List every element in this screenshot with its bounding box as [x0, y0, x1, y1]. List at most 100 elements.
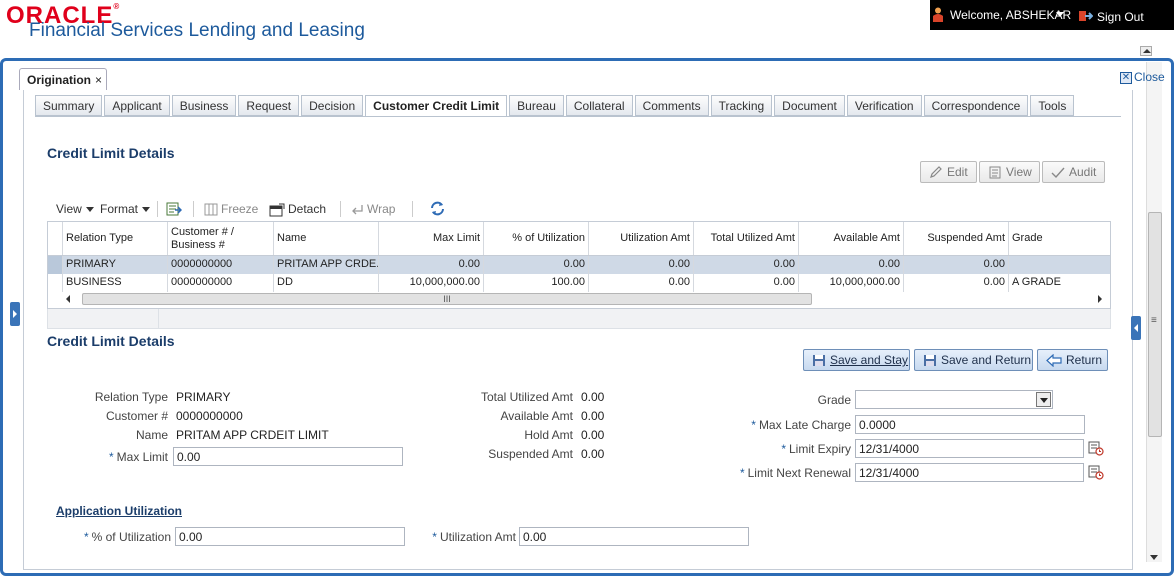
save-and-return-button[interactable]: Save and Return	[914, 349, 1033, 371]
table-cell: PRIMARY	[63, 256, 168, 274]
tab-applicant[interactable]: Applicant	[104, 95, 169, 116]
return-button[interactable]: Return	[1037, 349, 1108, 371]
tab-correspondence[interactable]: Correspondence	[924, 95, 1029, 116]
name-label: Name	[60, 428, 168, 442]
table-row[interactable]: PRIMARY 0000000000 PRITAM APP CRDE... 0.…	[48, 256, 1111, 274]
table-cell: 0.00	[694, 256, 799, 274]
tab-origination[interactable]: Origination×	[19, 68, 107, 90]
tab-summary[interactable]: Summary	[35, 95, 102, 116]
chevron-down-icon[interactable]	[1036, 392, 1051, 407]
format-menu[interactable]: Format	[100, 202, 150, 216]
right-panel-toggle[interactable]	[1131, 316, 1141, 340]
wrap-button[interactable]: Wrap	[350, 202, 395, 216]
vertical-scrollbar[interactable]	[1146, 62, 1162, 562]
toolbar-divider	[412, 201, 413, 217]
tab-document[interactable]: Document	[774, 95, 845, 116]
tab-divider	[35, 116, 1121, 117]
column-header[interactable]: Total Utilized Amt	[694, 222, 799, 255]
max-late-charge-input[interactable]: 0.0000	[855, 415, 1085, 434]
available-amt-value: 0.00	[581, 409, 604, 423]
column-header[interactable]: Customer # / Business #	[168, 222, 274, 255]
refresh-icon[interactable]	[429, 200, 446, 217]
hold-amt-value: 0.00	[581, 428, 604, 442]
utilization-amt-input[interactable]: 0.00	[519, 527, 749, 546]
column-header[interactable]: Max Limit	[379, 222, 484, 255]
table-row[interactable]: BUSINESS 0000000000 DD 10,000,000.00 100…	[48, 274, 1111, 292]
scroll-down-icon[interactable]	[1150, 555, 1158, 560]
chevron-down-icon[interactable]	[1056, 12, 1064, 17]
tab-customer-credit-limit[interactable]: Customer Credit Limit	[365, 95, 507, 117]
tab-decision[interactable]: Decision	[301, 95, 363, 116]
column-header[interactable]: Relation Type	[63, 222, 168, 255]
close-button[interactable]: ✕Close	[1120, 70, 1165, 84]
scroll-left-icon[interactable]	[66, 295, 70, 303]
tab-tools[interactable]: Tools	[1030, 95, 1074, 116]
back-arrow-icon	[1046, 354, 1062, 367]
column-header[interactable]: Available Amt	[799, 222, 904, 255]
limit-next-renewal-input[interactable]: 12/31/4000	[855, 463, 1084, 482]
export-icon[interactable]	[166, 201, 182, 217]
save-and-stay-button[interactable]: Save and Stay	[803, 349, 910, 371]
customer-number-value: 0000000000	[176, 409, 243, 423]
audit-button[interactable]: Audit	[1042, 161, 1105, 183]
tab-comments[interactable]: Comments	[635, 95, 709, 116]
tab-request[interactable]: Request	[238, 95, 299, 116]
freeze-icon	[204, 203, 218, 216]
row-selector[interactable]	[48, 256, 63, 274]
table-cell: 0.00	[904, 274, 1009, 292]
column-header[interactable]: Name	[274, 222, 379, 255]
table-cell: 0000000000	[168, 256, 274, 274]
toolbar-divider	[340, 201, 341, 217]
welcome-menu[interactable]: Welcome, ABSHEKAR	[950, 8, 1071, 22]
toolbar-divider	[193, 201, 194, 217]
table-cell	[1009, 256, 1111, 274]
max-limit-input[interactable]: 0.00	[173, 447, 403, 466]
view-menu[interactable]: View	[56, 202, 94, 216]
sub-tabs: Summary Applicant Business Request Decis…	[35, 95, 1076, 116]
scroll-thumb[interactable]: III	[82, 293, 812, 305]
column-header[interactable]: % of Utilization	[484, 222, 589, 255]
document-icon	[988, 166, 1002, 179]
relation-type-value: PRIMARY	[176, 390, 230, 404]
table-footer	[47, 309, 1111, 329]
tab-collateral[interactable]: Collateral	[566, 95, 633, 116]
max-limit-label: *Max Limit	[60, 450, 168, 464]
customer-number-label: Customer #	[60, 409, 168, 423]
row-header-cell	[48, 222, 63, 255]
scroll-right-icon[interactable]	[1098, 295, 1102, 303]
section-title-credit-limit-details: Credit Limit Details	[47, 145, 175, 161]
table-cell: 0.00	[484, 256, 589, 274]
calendar-icon[interactable]	[1088, 440, 1104, 456]
scroll-thumb[interactable]	[1148, 212, 1162, 437]
sign-out-icon[interactable]	[1079, 10, 1093, 22]
grade-select[interactable]	[855, 390, 1053, 409]
column-header[interactable]: Grade	[1009, 222, 1111, 255]
detach-button[interactable]: Detach	[269, 202, 326, 217]
row-selector[interactable]	[48, 274, 63, 292]
tab-verification[interactable]: Verification	[847, 95, 922, 116]
left-panel-toggle[interactable]	[10, 302, 20, 326]
hold-amt-label: Hold Amt	[430, 428, 573, 442]
sign-out-link[interactable]: Sign Out	[1097, 10, 1144, 24]
table-cell: A GRADE	[1009, 274, 1111, 292]
header-collapse-button[interactable]	[1140, 46, 1152, 56]
edit-button[interactable]: Edit	[920, 161, 977, 183]
available-amt-label: Available Amt	[430, 409, 573, 423]
pct-utilization-input[interactable]: 0.00	[175, 527, 405, 546]
tab-business[interactable]: Business	[172, 95, 237, 116]
tab-bureau[interactable]: Bureau	[509, 95, 564, 116]
calendar-icon[interactable]	[1088, 464, 1104, 480]
limit-expiry-label: *Limit Expiry	[700, 442, 851, 456]
freeze-button[interactable]: Freeze	[204, 202, 258, 216]
column-header[interactable]: Suspended Amt	[904, 222, 1009, 255]
limit-expiry-input[interactable]: 12/31/4000	[855, 439, 1084, 458]
limit-next-renewal-label: *Limit Next Renewal	[700, 466, 851, 480]
total-utilized-value: 0.00	[581, 390, 604, 404]
close-tab-icon[interactable]: ×	[95, 73, 102, 87]
view-button[interactable]: View	[979, 161, 1040, 183]
suspended-amt-label: Suspended Amt	[430, 447, 573, 461]
tab-tracking[interactable]: Tracking	[711, 95, 773, 116]
suspended-amt-value: 0.00	[581, 447, 604, 461]
column-header[interactable]: Utilization Amt	[589, 222, 694, 255]
horizontal-scrollbar[interactable]: III	[62, 292, 1108, 306]
